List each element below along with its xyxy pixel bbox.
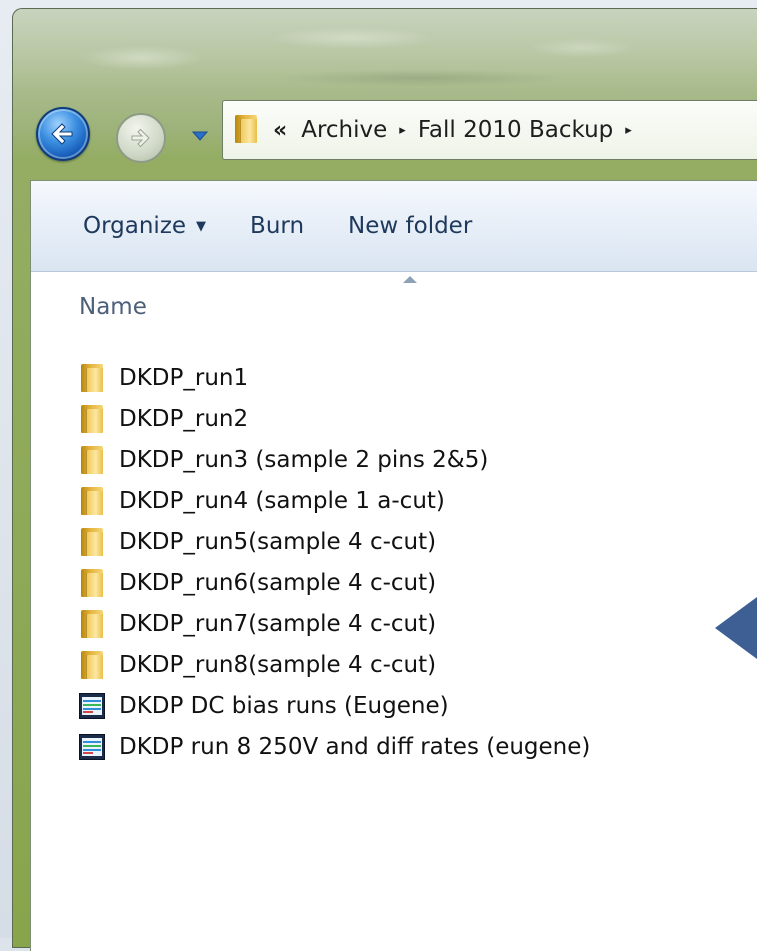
folder-icon	[79, 527, 105, 557]
file-list: DKDP_run1 DKDP_run2 DKDP_run3 (sample 2 pi…	[31, 357, 757, 767]
new-folder-button[interactable]: New folder	[326, 198, 494, 254]
list-item[interactable]: DKDP_run3 (sample 2 pins 2&5)	[31, 439, 757, 480]
file-name-label: DKDP_run4 (sample 1 a-cut)	[119, 487, 445, 514]
breadcrumb-separator-icon[interactable]: ▸	[399, 123, 406, 138]
back-button[interactable]	[36, 107, 90, 161]
forward-button[interactable]	[116, 113, 166, 163]
burn-button[interactable]: Burn	[228, 198, 326, 254]
folder-icon	[79, 650, 105, 680]
list-item[interactable]: DKDP_run2	[31, 398, 757, 439]
list-item[interactable]: DKDP run 8 250V and diff rates (eugene)	[31, 726, 757, 767]
list-item[interactable]: DKDP_run6(sample 4 c-cut)	[31, 562, 757, 603]
list-item[interactable]: DKDP DC bias runs (Eugene)	[31, 685, 757, 726]
file-name-label: DKDP_run1	[119, 364, 249, 391]
pointer-arrow-shape	[715, 597, 757, 659]
recent-pages-dropdown[interactable]	[186, 124, 214, 148]
folder-icon	[79, 568, 105, 598]
file-name-label: DKDP run 8 250V and diff rates (eugene)	[119, 733, 591, 760]
file-name-label: DKDP_run3 (sample 2 pins 2&5)	[119, 446, 489, 473]
organize-button[interactable]: Organize ▼	[31, 198, 228, 254]
title-bar	[22, 8, 757, 100]
folder-icon	[233, 115, 259, 145]
command-bar: Organize ▼ Burn New folder	[31, 181, 757, 272]
folder-icon	[79, 404, 105, 434]
burn-label: Burn	[250, 213, 305, 239]
breadcrumb-overflow-button[interactable]: «	[273, 118, 287, 143]
organize-label: Organize	[83, 213, 187, 239]
list-item[interactable]: DKDP_run4 (sample 1 a-cut)	[31, 480, 757, 521]
file-name-label: DKDP_run8(sample 4 c-cut)	[119, 651, 437, 678]
folder-icon	[79, 445, 105, 475]
file-pane: Organize ▼ Burn New folder Name DKDP_run…	[30, 180, 757, 951]
chart-document-icon	[79, 732, 105, 762]
folder-icon	[79, 486, 105, 516]
list-item[interactable]: DKDP_run8(sample 4 c-cut)	[31, 644, 757, 685]
file-name-label: DKDP_run5(sample 4 c-cut)	[119, 528, 437, 555]
new-folder-label: New folder	[348, 213, 473, 239]
file-name-label: DKDP_run6(sample 4 c-cut)	[119, 569, 437, 596]
folder-icon	[79, 363, 105, 393]
breadcrumb-separator-icon[interactable]: ▸	[625, 123, 632, 138]
breadcrumb-archive[interactable]: Archive	[301, 117, 387, 143]
column-header-name[interactable]: Name	[79, 294, 147, 320]
folder-icon	[79, 609, 105, 639]
column-header-row: Name	[31, 272, 757, 342]
list-item[interactable]: DKDP_run5(sample 4 c-cut)	[31, 521, 757, 562]
file-name-label: DKDP DC bias runs (Eugene)	[119, 692, 449, 719]
list-item[interactable]: DKDP_run7(sample 4 c-cut)	[31, 603, 757, 644]
chart-document-icon	[79, 691, 105, 721]
file-name-label: DKDP_run2	[119, 405, 249, 432]
address-bar[interactable]: « Archive ▸ Fall 2010 Backup ▸	[222, 100, 757, 160]
forward-arrow-icon	[131, 128, 150, 148]
list-item[interactable]: DKDP_run1	[31, 357, 757, 398]
chevron-down-icon	[191, 131, 209, 141]
file-name-label: DKDP_run7(sample 4 c-cut)	[119, 610, 437, 637]
sort-ascending-icon	[403, 276, 417, 283]
breadcrumb-fall-2010-backup[interactable]: Fall 2010 Backup	[418, 117, 613, 143]
chevron-down-icon: ▼	[196, 218, 207, 234]
back-arrow-icon	[51, 123, 73, 145]
